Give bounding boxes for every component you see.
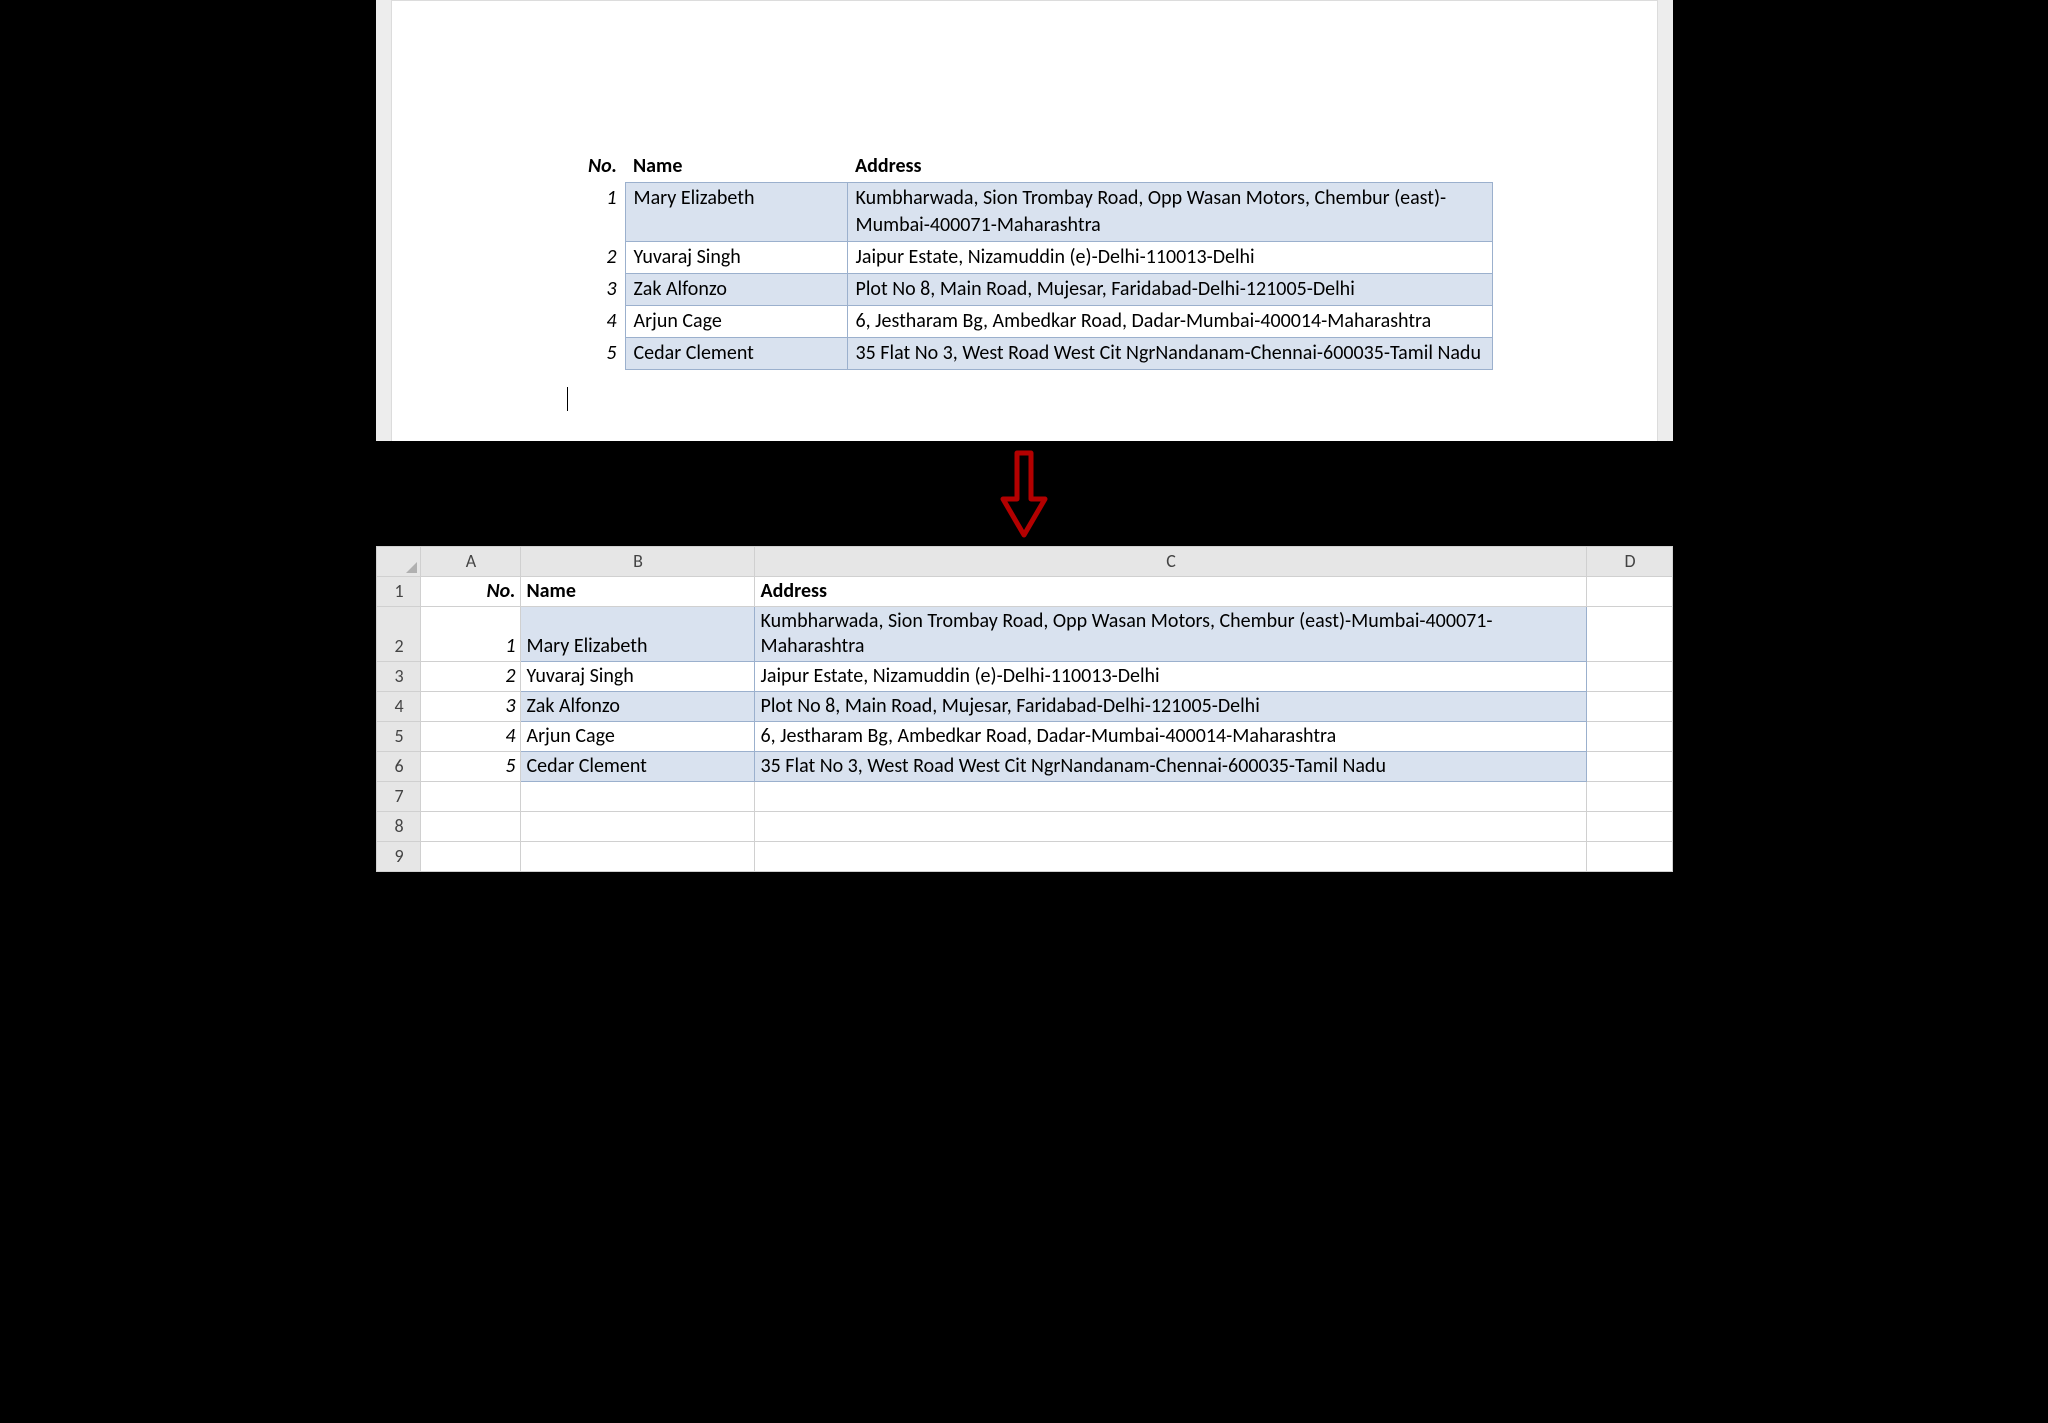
- cell-name: Arjun Cage: [625, 306, 847, 338]
- cell[interactable]: [754, 842, 1586, 872]
- grid-row: 8: [376, 812, 1672, 842]
- row-header[interactable]: 6: [376, 752, 420, 782]
- cell[interactable]: [1586, 782, 1672, 812]
- cell[interactable]: [1586, 722, 1672, 752]
- cell[interactable]: Zak Alfonzo: [520, 692, 754, 722]
- cell-no: 1: [567, 183, 626, 242]
- cell[interactable]: [420, 812, 520, 842]
- cell[interactable]: 6, Jestharam Bg, Ambedkar Road, Dadar-Mu…: [754, 722, 1586, 752]
- table-row: 3 Zak Alfonzo Plot No 8, Main Road, Muje…: [567, 274, 1493, 306]
- cell[interactable]: Jaipur Estate, Nizamuddin (e)-Delhi-1100…: [754, 662, 1586, 692]
- grid-row: 4 3 Zak Alfonzo Plot No 8, Main Road, Mu…: [376, 692, 1672, 722]
- cell-addr: Plot No 8, Main Road, Mujesar, Faridabad…: [847, 274, 1492, 306]
- table-row: 5 Cedar Clement 35 Flat No 3, West Road …: [567, 338, 1493, 370]
- text-cursor: [567, 387, 568, 411]
- cell[interactable]: Plot No 8, Main Road, Mujesar, Faridabad…: [754, 692, 1586, 722]
- select-all-corner[interactable]: [376, 547, 420, 577]
- cell[interactable]: 1: [420, 607, 520, 662]
- table-header-row: No. Name Address: [567, 151, 1493, 183]
- cell[interactable]: 3: [420, 692, 520, 722]
- cell[interactable]: 5: [420, 752, 520, 782]
- cell[interactable]: 4: [420, 722, 520, 752]
- cell[interactable]: [754, 782, 1586, 812]
- row-header[interactable]: 9: [376, 842, 420, 872]
- grid-row: 5 4 Arjun Cage 6, Jestharam Bg, Ambedkar…: [376, 722, 1672, 752]
- col-header-no: No.: [567, 151, 626, 183]
- cell[interactable]: Name: [520, 577, 754, 607]
- cell[interactable]: [1586, 752, 1672, 782]
- cell[interactable]: [1586, 842, 1672, 872]
- column-header-row: A B C D: [376, 547, 1672, 577]
- grid-row: 6 5 Cedar Clement 35 Flat No 3, West Roa…: [376, 752, 1672, 782]
- source-table: No. Name Address 1 Mary Elizabeth Kumbha…: [567, 151, 1493, 370]
- row-header[interactable]: 2: [376, 607, 420, 662]
- row-header[interactable]: 8: [376, 812, 420, 842]
- row-header[interactable]: 1: [376, 577, 420, 607]
- cell[interactable]: Kumbharwada, Sion Trombay Road, Opp Wasa…: [754, 607, 1586, 662]
- cell-name: Zak Alfonzo: [625, 274, 847, 306]
- cell[interactable]: [420, 782, 520, 812]
- word-document-pane: No. Name Address 1 Mary Elizabeth Kumbha…: [376, 0, 1673, 441]
- grid-row: 2 1 Mary Elizabeth Kumbharwada, Sion Tro…: [376, 607, 1672, 662]
- table-row: 4 Arjun Cage 6, Jestharam Bg, Ambedkar R…: [567, 306, 1493, 338]
- table-row: 1 Mary Elizabeth Kumbharwada, Sion Tromb…: [567, 183, 1493, 242]
- row-header[interactable]: 3: [376, 662, 420, 692]
- cell-no: 4: [567, 306, 626, 338]
- cell[interactable]: [754, 812, 1586, 842]
- word-page: No. Name Address 1 Mary Elizabeth Kumbha…: [391, 0, 1658, 441]
- row-header[interactable]: 5: [376, 722, 420, 752]
- grid-row: 1 No. Name Address: [376, 577, 1672, 607]
- cell[interactable]: 35 Flat No 3, West Road West Cit NgrNand…: [754, 752, 1586, 782]
- col-header-D[interactable]: D: [1586, 547, 1672, 577]
- cell[interactable]: Yuvaraj Singh: [520, 662, 754, 692]
- cell-addr: Jaipur Estate, Nizamuddin (e)-Delhi-1100…: [847, 242, 1492, 274]
- cell[interactable]: [1586, 607, 1672, 662]
- grid-row: 7: [376, 782, 1672, 812]
- cell-addr: Kumbharwada, Sion Trombay Road, Opp Wasa…: [847, 183, 1492, 242]
- row-header[interactable]: 7: [376, 782, 420, 812]
- cell-no: 2: [567, 242, 626, 274]
- col-header-C[interactable]: C: [754, 547, 1586, 577]
- cell[interactable]: [1586, 692, 1672, 722]
- cell[interactable]: [420, 842, 520, 872]
- cell-addr: 35 Flat No 3, West Road West Cit NgrNand…: [847, 338, 1492, 370]
- spreadsheet-grid[interactable]: A B C D 1 No. Name Address 2 1 Mary Eli: [376, 546, 1673, 872]
- col-header-name: Name: [625, 151, 847, 183]
- row-header[interactable]: 4: [376, 692, 420, 722]
- grid-row: 9: [376, 842, 1672, 872]
- cell[interactable]: [1586, 662, 1672, 692]
- cell[interactable]: 2: [420, 662, 520, 692]
- col-header-B[interactable]: B: [520, 547, 754, 577]
- cell-addr: 6, Jestharam Bg, Ambedkar Road, Dadar-Mu…: [847, 306, 1492, 338]
- cell[interactable]: Mary Elizabeth: [520, 607, 754, 662]
- cell-no: 5: [567, 338, 626, 370]
- cell[interactable]: [1586, 812, 1672, 842]
- grid-row: 3 2 Yuvaraj Singh Jaipur Estate, Nizamud…: [376, 662, 1672, 692]
- transform-arrow-band: [376, 441, 1673, 546]
- cell[interactable]: [1586, 577, 1672, 607]
- cell[interactable]: [520, 842, 754, 872]
- table-row: 2 Yuvaraj Singh Jaipur Estate, Nizamuddi…: [567, 242, 1493, 274]
- excel-spreadsheet-pane: A B C D 1 No. Name Address 2 1 Mary Eli: [376, 546, 1673, 872]
- arrow-down-icon: [994, 449, 1054, 539]
- cell-name: Mary Elizabeth: [625, 183, 847, 242]
- cell[interactable]: [520, 812, 754, 842]
- cell[interactable]: Arjun Cage: [520, 722, 754, 752]
- cell[interactable]: Address: [754, 577, 1586, 607]
- cell-name: Yuvaraj Singh: [625, 242, 847, 274]
- cell[interactable]: No.: [420, 577, 520, 607]
- cell[interactable]: Cedar Clement: [520, 752, 754, 782]
- cell-no: 3: [567, 274, 626, 306]
- col-header-A[interactable]: A: [420, 547, 520, 577]
- cell[interactable]: [520, 782, 754, 812]
- cell-name: Cedar Clement: [625, 338, 847, 370]
- col-header-addr: Address: [847, 151, 1492, 183]
